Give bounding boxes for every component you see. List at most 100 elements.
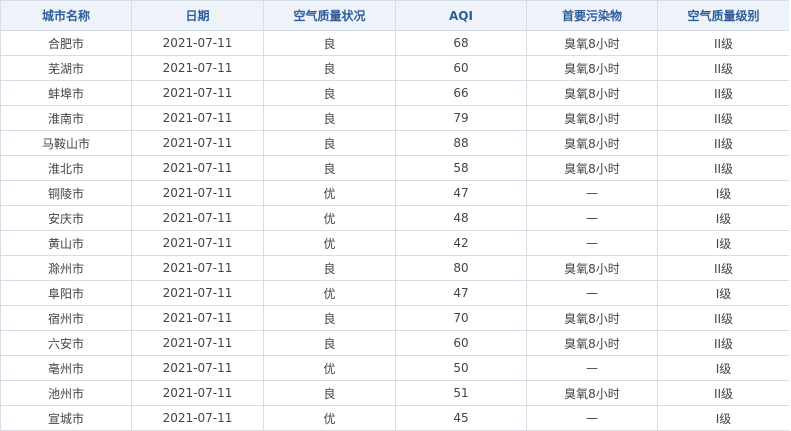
cell-city-name: 蚌埠市	[0, 80, 132, 106]
table-row: 亳州市 2021-07-11 优 50— I级	[0, 355, 789, 381]
cell-aqi: 45	[395, 405, 527, 431]
table-row: 淮南市 2021-07-11 良 79 臭氧8小时 II级	[0, 105, 789, 131]
cell-city-name: 黄山市	[0, 230, 132, 256]
header-primary-pollutant: 首要污染物	[526, 0, 658, 31]
aqi-table-container: 城市名称 日期 空气质量状况 AQI 首要污染物 空气质量级别 合肥市 2021-…	[0, 0, 789, 431]
cell-air-quality-status: 良	[263, 55, 396, 81]
table-row: 芜湖市 2021-07-11 良 60 臭氧8小时 II级	[0, 55, 789, 81]
table-row: 宿州市 2021-07-11 良 70 臭氧8小时 II级	[0, 305, 789, 331]
cell-aqi: 50	[395, 355, 527, 381]
cell-city-name: 马鞍山市	[0, 130, 132, 156]
cell-air-quality-status: 优	[263, 405, 396, 431]
table-header-row: 城市名称 日期 空气质量状况 AQI 首要污染物 空气质量级别	[0, 0, 789, 31]
header-city-name: 城市名称	[0, 0, 132, 31]
table-row: 安庆市 2021-07-11 优 48— I级	[0, 205, 789, 231]
cell-air-quality-level: I级	[657, 230, 789, 256]
cell-aqi: 88	[395, 130, 527, 156]
cell-primary-pollutant: —	[526, 205, 658, 231]
cell-date: 2021-07-11	[131, 255, 264, 281]
cell-primary-pollutant: 臭氧8小时	[526, 380, 658, 406]
cell-air-quality-status: 良	[263, 255, 396, 281]
table-row: 六安市 2021-07-11 良 60 臭氧8小时 II级	[0, 330, 789, 356]
cell-air-quality-status: 良	[263, 105, 396, 131]
table-row: 合肥市 2021-07-11 良 68 臭氧8小时 II级	[0, 30, 789, 56]
cell-primary-pollutant: —	[526, 280, 658, 306]
cell-air-quality-status: 良	[263, 380, 396, 406]
cell-primary-pollutant: 臭氧8小时	[526, 330, 658, 356]
cell-air-quality-level: I级	[657, 205, 789, 231]
cell-air-quality-status: 良	[263, 330, 396, 356]
cell-city-name: 宿州市	[0, 305, 132, 331]
cell-primary-pollutant: —	[526, 355, 658, 381]
cell-primary-pollutant: 臭氧8小时	[526, 30, 658, 56]
cell-primary-pollutant: 臭氧8小时	[526, 305, 658, 331]
cell-primary-pollutant: —	[526, 230, 658, 256]
cell-aqi: 60	[395, 330, 527, 356]
cell-date: 2021-07-11	[131, 355, 264, 381]
cell-air-quality-level: II级	[657, 380, 789, 406]
cell-aqi: 68	[395, 30, 527, 56]
cell-date: 2021-07-11	[131, 155, 264, 181]
table-row: 铜陵市 2021-07-11 优 47— I级	[0, 180, 789, 206]
aqi-table: 城市名称 日期 空气质量状况 AQI 首要污染物 空气质量级别 合肥市 2021-…	[0, 0, 789, 431]
cell-primary-pollutant: 臭氧8小时	[526, 105, 658, 131]
cell-city-name: 芜湖市	[0, 55, 132, 81]
cell-date: 2021-07-11	[131, 405, 264, 431]
cell-air-quality-level: II级	[657, 155, 789, 181]
table-row: 宣城市 2021-07-11 优 45— I级	[0, 405, 789, 431]
cell-aqi: 51	[395, 380, 527, 406]
cell-city-name: 淮南市	[0, 105, 132, 131]
cell-date: 2021-07-11	[131, 130, 264, 156]
cell-aqi: 48	[395, 205, 527, 231]
cell-air-quality-level: II级	[657, 305, 789, 331]
cell-date: 2021-07-11	[131, 30, 264, 56]
cell-air-quality-level: II级	[657, 30, 789, 56]
cell-aqi: 47	[395, 180, 527, 206]
cell-aqi: 47	[395, 280, 527, 306]
cell-air-quality-status: 优	[263, 355, 396, 381]
cell-date: 2021-07-11	[131, 80, 264, 106]
table-row: 淮北市 2021-07-11 良 58 臭氧8小时 II级	[0, 155, 789, 181]
header-air-quality-level: 空气质量级别	[657, 0, 789, 31]
cell-city-name: 合肥市	[0, 30, 132, 56]
cell-aqi: 79	[395, 105, 527, 131]
cell-primary-pollutant: 臭氧8小时	[526, 155, 658, 181]
cell-city-name: 阜阳市	[0, 280, 132, 306]
cell-air-quality-level: I级	[657, 280, 789, 306]
cell-aqi: 80	[395, 255, 527, 281]
cell-city-name: 宣城市	[0, 405, 132, 431]
cell-air-quality-status: 良	[263, 130, 396, 156]
cell-air-quality-level: II级	[657, 55, 789, 81]
cell-city-name: 六安市	[0, 330, 132, 356]
cell-city-name: 滁州市	[0, 255, 132, 281]
cell-date: 2021-07-11	[131, 180, 264, 206]
cell-air-quality-status: 良	[263, 30, 396, 56]
cell-air-quality-level: I级	[657, 355, 789, 381]
cell-air-quality-level: I级	[657, 180, 789, 206]
cell-primary-pollutant: 臭氧8小时	[526, 130, 658, 156]
cell-date: 2021-07-11	[131, 205, 264, 231]
cell-aqi: 42	[395, 230, 527, 256]
header-aqi: AQI	[395, 0, 527, 31]
cell-date: 2021-07-11	[131, 230, 264, 256]
cell-air-quality-status: 优	[263, 280, 396, 306]
cell-aqi: 70	[395, 305, 527, 331]
header-date: 日期	[131, 0, 264, 31]
cell-air-quality-status: 优	[263, 205, 396, 231]
table-row: 池州市 2021-07-11 良 51 臭氧8小时 II级	[0, 380, 789, 406]
cell-date: 2021-07-11	[131, 280, 264, 306]
cell-aqi: 58	[395, 155, 527, 181]
cell-air-quality-level: II级	[657, 105, 789, 131]
table-row: 滁州市 2021-07-11 良 80 臭氧8小时 II级	[0, 255, 789, 281]
cell-date: 2021-07-11	[131, 330, 264, 356]
cell-primary-pollutant: 臭氧8小时	[526, 80, 658, 106]
cell-city-name: 淮北市	[0, 155, 132, 181]
table-row: 阜阳市 2021-07-11 优 47— I级	[0, 280, 789, 306]
table-row: 马鞍山市 2021-07-11 良 88 臭氧8小时 II级	[0, 130, 789, 156]
header-air-quality-status: 空气质量状况	[263, 0, 396, 31]
cell-primary-pollutant: —	[526, 405, 658, 431]
cell-air-quality-status: 良	[263, 80, 396, 106]
cell-city-name: 池州市	[0, 380, 132, 406]
table-body: 合肥市 2021-07-11 良 68 臭氧8小时 II级 芜湖市 2021-07-11 良 60…	[0, 30, 789, 431]
cell-air-quality-status: 优	[263, 230, 396, 256]
